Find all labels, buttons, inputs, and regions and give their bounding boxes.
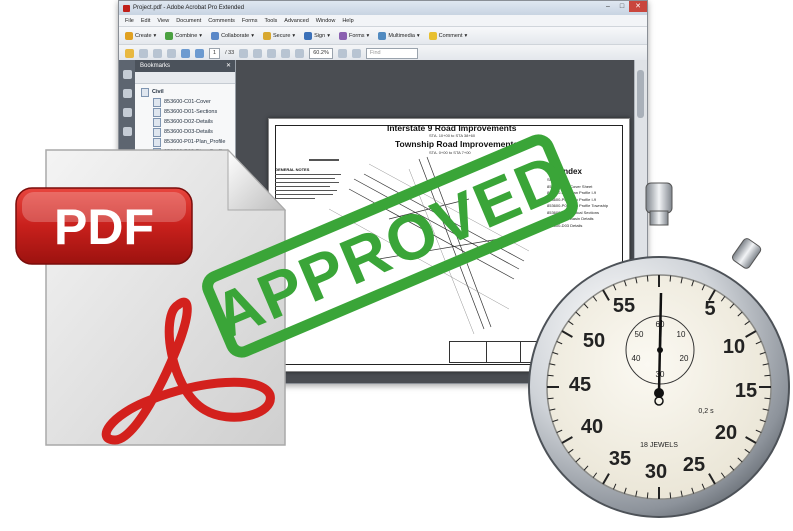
tick-mark <box>547 397 554 400</box>
menu-edit[interactable]: Edit <box>141 18 150 24</box>
multimedia-button[interactable]: Multimedia ▾ <box>378 31 420 40</box>
subdial-number: 40 <box>632 354 641 363</box>
stopwatch-icon: 55 5 50 10 45 15 40 20 35 30 25 60 10 50… <box>528 182 790 518</box>
subdial-number: 10 <box>677 330 686 339</box>
select-tool-icon[interactable] <box>239 48 249 58</box>
zoom-tool-icon[interactable] <box>267 48 277 58</box>
zoom-in-icon[interactable] <box>295 48 305 58</box>
forms-button[interactable]: Forms ▾ <box>338 31 369 40</box>
window-title: Project.pdf - Adobe Acrobat Pro Extended <box>133 5 245 11</box>
comment-icon <box>428 31 437 40</box>
menu-advanced[interactable]: Advanced <box>284 18 308 24</box>
scrollbar-thumb[interactable] <box>637 70 644 118</box>
next-page-icon[interactable] <box>195 48 204 58</box>
tick-mark <box>547 374 554 377</box>
open-folder-icon[interactable] <box>125 48 134 58</box>
combine-icon <box>165 31 174 40</box>
tick-mark <box>646 275 649 282</box>
prev-page-icon[interactable] <box>181 48 190 58</box>
page-icon <box>153 117 161 127</box>
scale-caption: 0,2 s <box>698 408 714 415</box>
bookmark-item[interactable]: 853600-D03-Details <box>141 127 235 137</box>
combine-button[interactable]: Combine ▾ <box>165 31 202 40</box>
zoom-out-icon[interactable] <box>281 48 291 58</box>
fit-width-icon[interactable] <box>351 48 361 58</box>
subdial-number: 50 <box>635 330 644 339</box>
tick-mark <box>764 397 771 400</box>
forms-icon <box>338 31 347 40</box>
menu-forms[interactable]: Forms <box>242 18 258 24</box>
bookmark-root[interactable]: Civil <box>141 87 235 97</box>
pages-icon[interactable] <box>122 70 132 79</box>
fit-page-icon[interactable] <box>337 48 347 58</box>
page-icon <box>153 97 161 107</box>
bookmarks-icon[interactable] <box>122 89 132 98</box>
collaborate-button[interactable]: Collaborate ▾ <box>211 31 254 40</box>
menu-tools[interactable]: Tools <box>264 18 277 24</box>
close-panel-icon[interactable]: ✕ <box>226 60 231 72</box>
page-icon <box>153 127 161 137</box>
pdf-badge-label: PDF <box>54 199 154 255</box>
film-icon <box>378 31 387 40</box>
tick-mark <box>669 275 672 282</box>
title-bar: Project.pdf - Adobe Acrobat Pro Extended… <box>119 1 647 15</box>
hand-tool-icon[interactable] <box>253 48 263 58</box>
subdial-number: 20 <box>680 354 689 363</box>
lock-icon <box>262 31 271 40</box>
bookmark-item[interactable]: 853600-C01-Cover <box>141 97 235 107</box>
pen-icon <box>304 31 313 40</box>
dial-number: 20 <box>715 422 737 444</box>
dial-number: 35 <box>609 448 631 470</box>
dial-number: 45 <box>569 374 591 396</box>
task-toolbar: Create ▾ Combine ▾ Collaborate ▾ Secure … <box>119 27 647 45</box>
dial-number: 10 <box>723 336 745 358</box>
zoom-level-input[interactable]: 60.2% <box>309 47 333 59</box>
email-icon[interactable] <box>153 48 162 58</box>
page-total: / 33 <box>225 50 235 56</box>
page-icon <box>153 107 161 117</box>
menu-document[interactable]: Document <box>176 18 201 24</box>
bookmark-item[interactable]: 853600-D02-Details <box>141 117 235 127</box>
bookmarks-header: Bookmarks ✕ <box>135 60 235 72</box>
page-number-input[interactable]: 1 <box>209 47 221 59</box>
dial-number: 15 <box>735 380 757 402</box>
save-icon[interactable] <box>167 48 176 58</box>
close-icon[interactable]: ✕ <box>629 1 647 12</box>
find-input[interactable]: Find <box>365 47 418 59</box>
bookmarks-toolbar <box>135 72 235 84</box>
menu-file[interactable]: File <box>125 18 134 24</box>
create-icon <box>125 31 133 40</box>
jewels-caption: 18 JEWELS <box>640 442 678 449</box>
print-icon[interactable] <box>139 48 148 58</box>
bookmark-icon <box>141 87 149 97</box>
tick-mark <box>646 492 649 499</box>
layers-icon[interactable] <box>122 127 132 136</box>
tick-mark <box>669 492 672 499</box>
secure-button[interactable]: Secure ▾ <box>262 31 295 40</box>
minimize-icon[interactable]: – <box>601 1 615 12</box>
menu-window[interactable]: Window <box>316 18 336 24</box>
acrobat-app-icon <box>123 4 130 12</box>
menu-comments[interactable]: Comments <box>208 18 235 24</box>
dial-number: 50 <box>583 330 605 352</box>
dial-number: 40 <box>581 416 603 438</box>
dial-number: 55 <box>613 295 635 317</box>
dial-number: 30 <box>645 461 667 483</box>
create-button[interactable]: Create ▾ <box>125 31 156 40</box>
collaborate-icon <box>211 31 220 40</box>
menu-bar: File Edit View Document Comments Forms T… <box>119 15 647 27</box>
bookmark-item[interactable]: 853600-D01-Sections <box>141 107 235 117</box>
dial-number: 25 <box>683 454 705 476</box>
sign-button[interactable]: Sign ▾ <box>304 31 330 40</box>
signatures-icon[interactable] <box>122 108 132 117</box>
menu-help[interactable]: Help <box>342 18 353 24</box>
tick-mark <box>764 374 771 377</box>
bookmarks-title: Bookmarks <box>140 63 171 69</box>
menu-view[interactable]: View <box>157 18 169 24</box>
dial-number: 5 <box>704 298 715 320</box>
comment-button[interactable]: Comment ▾ <box>428 31 467 40</box>
maximize-icon[interactable]: □ <box>615 1 629 12</box>
